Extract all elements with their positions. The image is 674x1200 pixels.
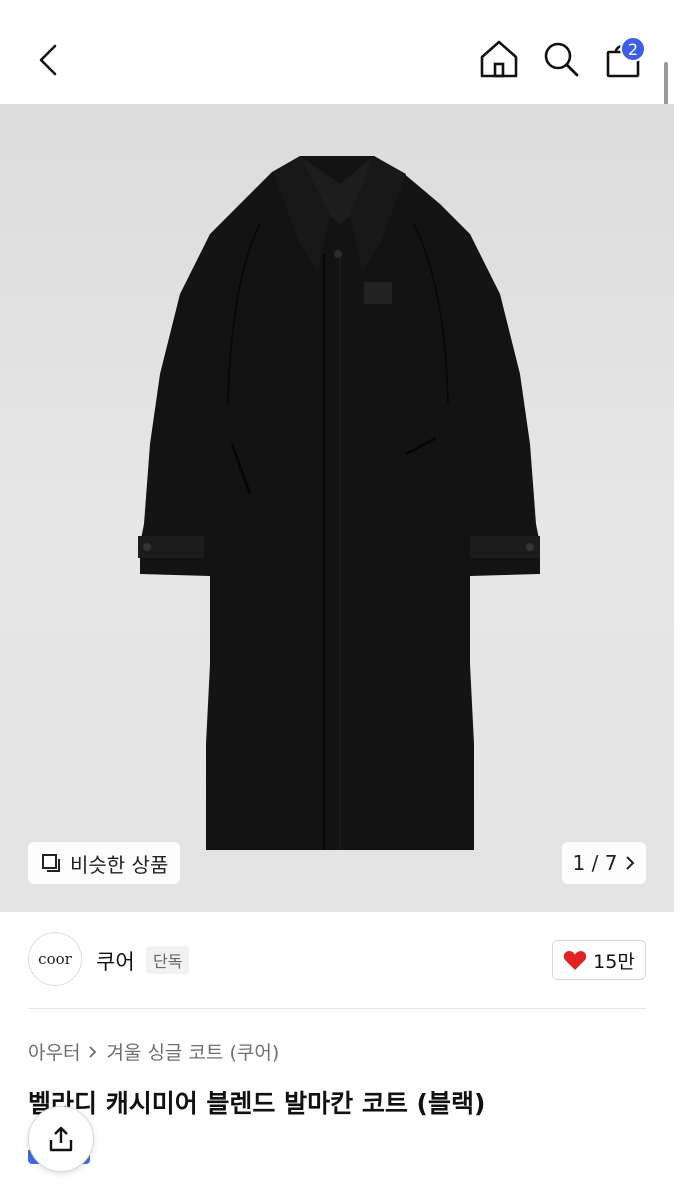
exclusive-badge: 단독 [146, 946, 190, 974]
similar-products-icon [42, 854, 60, 872]
product-image [138, 156, 540, 850]
page-indicator-text: 1 / 7 [572, 851, 618, 875]
heart-icon [563, 950, 587, 970]
home-icon [480, 40, 518, 78]
top-navigation-bar: 2 [0, 0, 674, 104]
brand-logo-text: coor [38, 950, 72, 968]
brand-name[interactable]: 쿠어 [96, 946, 135, 976]
chevron-right-icon [89, 1045, 97, 1058]
product-image-carousel[interactable] [0, 104, 674, 912]
brand-logo[interactable]: coor [28, 932, 82, 986]
similar-products-label: 비슷한 상품 [70, 852, 169, 877]
back-icon [39, 44, 57, 76]
back-button[interactable] [28, 38, 68, 82]
image-page-indicator[interactable]: 1 / 7 [562, 842, 646, 884]
share-icon [49, 1126, 73, 1152]
breadcrumb-category[interactable]: 아우터 [28, 1038, 80, 1065]
like-count: 15만 [593, 950, 635, 973]
search-icon [544, 42, 579, 77]
similar-products-button[interactable]: 비슷한 상품 [28, 842, 181, 884]
share-button[interactable] [28, 1106, 94, 1172]
search-button[interactable] [540, 38, 582, 80]
chevron-right-icon [626, 856, 635, 870]
brand-row: coor 쿠어 단독 15만 [0, 912, 674, 1008]
breadcrumb: 아우터 겨울 싱글 코트 (쿠어) [28, 1038, 279, 1065]
like-button[interactable]: 15만 [552, 940, 646, 980]
breadcrumb-subcategory[interactable]: 겨울 싱글 코트 (쿠어) [106, 1038, 279, 1065]
product-title: 벨라디 캐시미어 블렌드 발마칸 코트 (블랙) [28, 1089, 486, 1118]
divider [28, 1008, 646, 1009]
home-button[interactable] [478, 38, 520, 80]
cart-count-badge: 2 [620, 36, 646, 62]
